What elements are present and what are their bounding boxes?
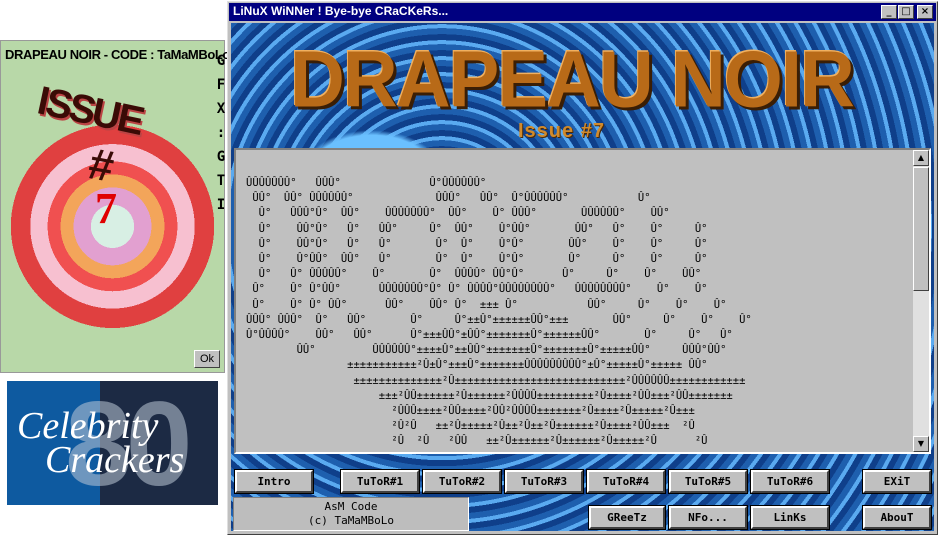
tutor3-button[interactable]: TuToR#3 [504, 469, 584, 494]
cover-title: DRAPEAU NOIR - CODE : TaMaMBoLo [5, 47, 230, 62]
window-title: LiNuX WiNNer ! Bye-bye CRaCKeRs... [233, 4, 449, 18]
intro-button[interactable]: Intro [234, 469, 314, 494]
banner-issue: Issue #7 [518, 120, 605, 142]
logo-line1: Celebrity [17, 405, 159, 447]
scroll-thumb[interactable] [913, 167, 929, 291]
minimize-button[interactable]: _ [881, 5, 897, 19]
cover-side-credit: GFX:GTI [209, 53, 229, 229]
scroll-up-icon[interactable]: ▲ [913, 150, 929, 166]
scroll-down-icon[interactable]: ▼ [913, 436, 929, 452]
title-bar[interactable]: LiNuX WiNNer ! Bye-bye CRaCKeRs... _ □ × [229, 3, 936, 21]
logo-text: Celebrity Crackers [17, 405, 185, 481]
about-button[interactable]: AbouT [862, 505, 932, 530]
credits-line1: AsM Code [324, 500, 378, 513]
cover-issue-text: ISSUE [33, 78, 146, 144]
links-button[interactable]: LinKs [750, 505, 830, 530]
vertical-scrollbar[interactable]: ▲ ▼ [913, 150, 929, 452]
close-button[interactable]: × [917, 5, 933, 19]
nfo-button[interactable]: NFo... [668, 505, 748, 530]
greetz-button[interactable]: GReeTz [588, 505, 666, 530]
exit-button[interactable]: EXiT [862, 469, 932, 494]
issue-cover-window: DRAPEAU NOIR - CODE : TaMaMBoLo GFX:GTI … [0, 40, 230, 373]
banner-title: DRAPEAU NOIR [290, 34, 855, 125]
cover-ok-button[interactable]: Ok [194, 350, 220, 368]
cover-issue-number: 7 [95, 184, 117, 233]
celebrity-crackers-logo: 80 Celebrity Crackers [7, 381, 218, 505]
logo-line2: Crackers [45, 439, 185, 481]
tutor5-button[interactable]: TuToR#5 [668, 469, 748, 494]
ascii-text-view[interactable]: ÛÛÛÛÛÛÛ° ÛÛÛ° Û°ÛÛÛÛÛÛ° ÛÛ° ÛÛ° ÛÛÛÛÛÛ° … [234, 148, 931, 454]
credits-panel: AsM Code (c) TaMaMBoLo [233, 497, 469, 531]
tutor6-button[interactable]: TuToR#6 [750, 469, 830, 494]
ascii-art: ÛÛÛÛÛÛÛ° ÛÛÛ° Û°ÛÛÛÛÛÛ° ÛÛ° ÛÛ° ÛÛÛÛÛÛ° … [246, 177, 752, 448]
credits-line2: (c) TaMaMBoLo [307, 514, 395, 527]
tutor1-button[interactable]: TuToR#1 [340, 469, 420, 494]
tutor2-button[interactable]: TuToR#2 [422, 469, 502, 494]
maximize-button[interactable]: □ [898, 5, 914, 19]
tutor4-button[interactable]: TuToR#4 [586, 469, 666, 494]
